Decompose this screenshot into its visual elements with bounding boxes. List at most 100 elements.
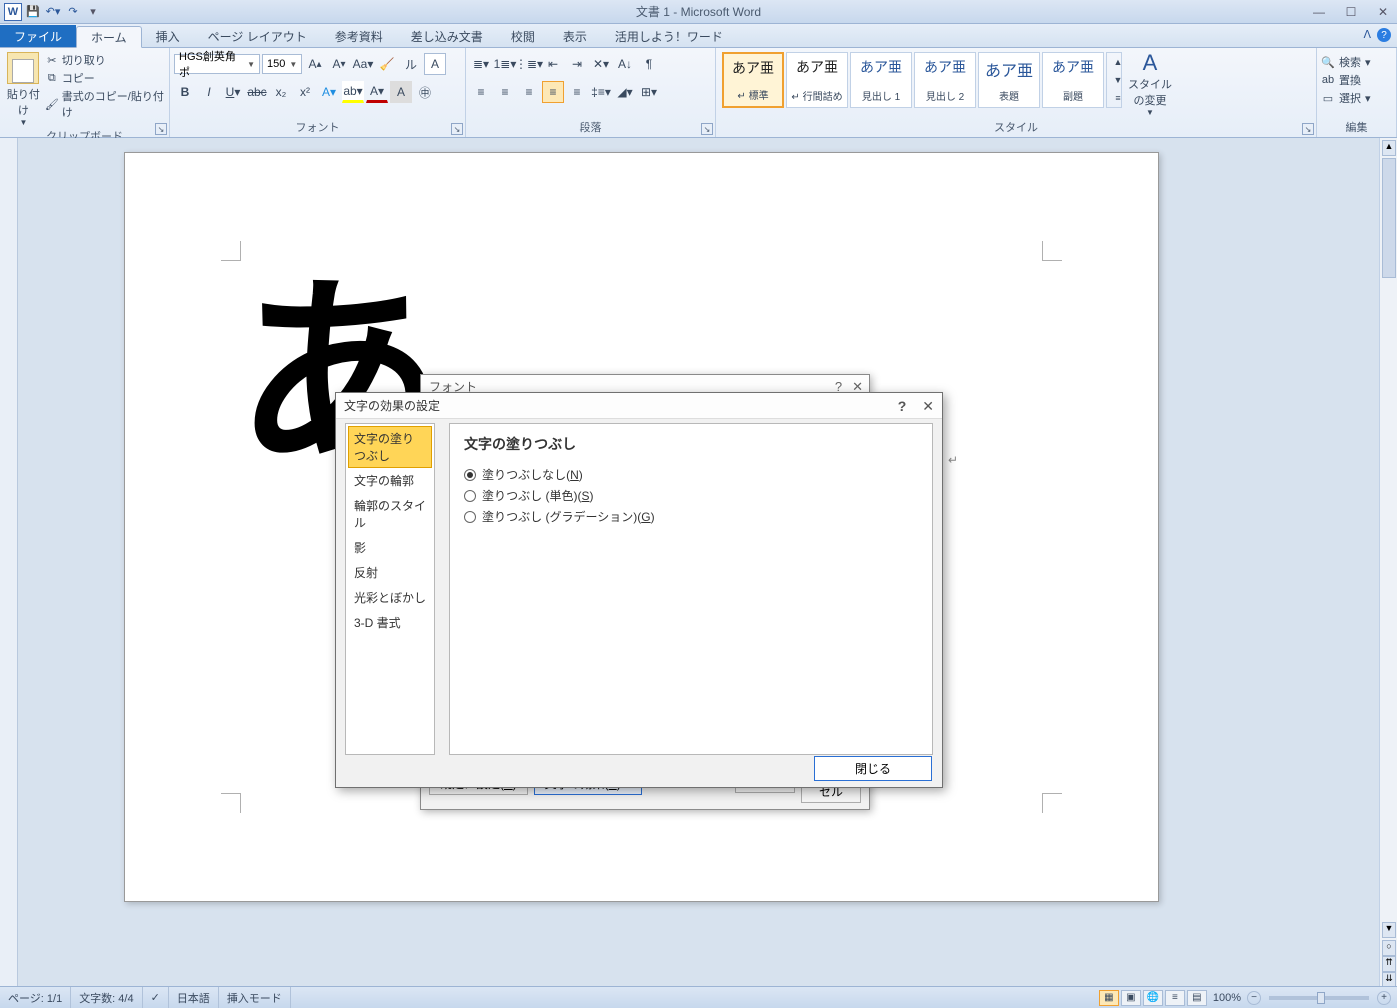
replace-button[interactable]: ab置換: [1321, 72, 1392, 88]
zoom-percent[interactable]: 100%: [1213, 992, 1241, 1004]
status-proofing[interactable]: ✓: [143, 987, 169, 1008]
italic-button[interactable]: I: [198, 81, 220, 103]
tab-home[interactable]: ホーム: [76, 26, 142, 48]
borders-button[interactable]: ⊞▾: [638, 81, 660, 103]
browse-object-button[interactable]: ○: [1382, 940, 1396, 956]
scroll-thumb[interactable]: [1382, 158, 1396, 278]
font-color-button[interactable]: A▾: [366, 81, 388, 103]
view-web-layout[interactable]: 🌐: [1143, 990, 1163, 1006]
tab-file[interactable]: ファイル: [0, 25, 76, 47]
word-app-icon[interactable]: W: [4, 3, 22, 21]
distribute-button[interactable]: ≡: [566, 81, 588, 103]
change-styles-button[interactable]: A スタイルの変更 ▼: [1126, 50, 1174, 117]
align-center-button[interactable]: ≡: [494, 81, 516, 103]
next-page-button[interactable]: ⇊: [1382, 972, 1396, 986]
fx-dialog-help-button[interactable]: ?: [898, 398, 907, 415]
shading-button[interactable]: ◢▾: [614, 81, 636, 103]
fill-gradient-radio[interactable]: 塗りつぶし (グラデーション)(G): [464, 506, 918, 527]
copy-button[interactable]: ⧉コピー: [45, 70, 165, 86]
enclose-characters-button[interactable]: ㊥: [414, 81, 436, 103]
fx-nav-text-fill[interactable]: 文字の塗りつぶし: [348, 426, 432, 468]
bold-button[interactable]: B: [174, 81, 196, 103]
fx-dialog-close-button[interactable]: ✕: [922, 398, 934, 415]
styles-gallery[interactable]: あア亜 ↵ 標準 あア亜 ↵ 行間詰め あア亜 見出し 1 あア亜 見出し 2 …: [720, 50, 1124, 110]
fx-close-button[interactable]: 閉じる: [814, 756, 932, 781]
help-icon[interactable]: ?: [1377, 28, 1391, 42]
style-normal[interactable]: あア亜 ↵ 標準: [722, 52, 784, 108]
view-draft[interactable]: ▤: [1187, 990, 1207, 1006]
character-border-button[interactable]: A: [424, 53, 446, 75]
qat-customize-icon[interactable]: ▾: [84, 3, 102, 21]
vertical-ruler[interactable]: [0, 138, 18, 986]
scroll-down-button[interactable]: ▼: [1382, 922, 1396, 938]
sort-button[interactable]: A↓: [614, 53, 636, 75]
undo-icon[interactable]: ↶▾: [44, 3, 62, 21]
zoom-out-button[interactable]: −: [1247, 991, 1261, 1005]
status-page[interactable]: ページ: 1/1: [0, 987, 71, 1008]
minimize-button[interactable]: —: [1309, 4, 1329, 20]
style-heading2[interactable]: あア亜 見出し 2: [914, 52, 976, 108]
close-button[interactable]: ✕: [1373, 4, 1393, 20]
clear-formatting-button[interactable]: 🧹: [376, 53, 398, 75]
paste-button[interactable]: 貼り付け ▼: [4, 50, 43, 127]
tab-mailings[interactable]: 差し込み文書: [397, 25, 497, 47]
shrink-font-button[interactable]: A▾: [328, 53, 350, 75]
maximize-button[interactable]: ☐: [1341, 4, 1361, 20]
style-subtitle[interactable]: あア亜 副題: [1042, 52, 1104, 108]
justify-button[interactable]: ≡: [542, 81, 564, 103]
fill-solid-radio[interactable]: 塗りつぶし (単色)(S): [464, 485, 918, 506]
increase-indent-button[interactable]: ⇥: [566, 53, 588, 75]
save-icon[interactable]: 💾: [24, 3, 42, 21]
find-button[interactable]: 🔍検索▾: [1321, 54, 1392, 70]
styles-launcher[interactable]: ↘: [1302, 123, 1314, 135]
show-paragraph-marks-button[interactable]: ¶: [638, 53, 660, 75]
tab-addins[interactable]: 活用しよう！ワード: [601, 25, 737, 47]
fill-none-radio[interactable]: 塗りつぶしなし(N): [464, 464, 918, 485]
font-size-combo[interactable]: 150▼: [262, 54, 302, 74]
view-full-screen[interactable]: ▣: [1121, 990, 1141, 1006]
select-button[interactable]: ▭選択▾: [1321, 90, 1392, 106]
font-name-combo[interactable]: HGS創英角ポ▼: [174, 54, 260, 74]
tab-references[interactable]: 参考資料: [321, 25, 397, 47]
numbering-button[interactable]: 1≣▾: [494, 53, 516, 75]
subscript-button[interactable]: x₂: [270, 81, 292, 103]
status-language[interactable]: 日本語: [169, 987, 219, 1008]
clipboard-launcher[interactable]: ↘: [155, 123, 167, 135]
paragraph-launcher[interactable]: ↘: [701, 123, 713, 135]
grow-font-button[interactable]: A▴: [304, 53, 326, 75]
view-print-layout[interactable]: ▦: [1099, 990, 1119, 1006]
fx-nav-reflection[interactable]: 反射: [348, 560, 432, 585]
fx-nav-3d-format[interactable]: 3-D 書式: [348, 610, 432, 635]
style-heading1[interactable]: あア亜 見出し 1: [850, 52, 912, 108]
multilevel-list-button[interactable]: ⋮≣▾: [518, 53, 540, 75]
fx-nav-outline-style[interactable]: 輪郭のスタイル: [348, 493, 432, 535]
highlight-button[interactable]: ab▾: [342, 81, 364, 103]
tab-review[interactable]: 校閲: [497, 25, 549, 47]
style-title[interactable]: あア亜 表題: [978, 52, 1040, 108]
format-painter-button[interactable]: 🖌書式のコピー/貼り付け: [45, 88, 165, 120]
tab-view[interactable]: 表示: [549, 25, 601, 47]
line-spacing-button[interactable]: ‡≡▾: [590, 81, 612, 103]
zoom-slider[interactable]: [1269, 996, 1369, 1000]
ribbon-minimize-icon[interactable]: ᐱ: [1363, 28, 1371, 42]
redo-icon[interactable]: ↷: [64, 3, 82, 21]
status-insert-mode[interactable]: 挿入モード: [219, 987, 291, 1008]
strikethrough-button[interactable]: abc: [246, 81, 268, 103]
view-outline[interactable]: ≡: [1165, 990, 1185, 1006]
fx-nav-shadow[interactable]: 影: [348, 535, 432, 560]
fx-nav-glow[interactable]: 光彩とぼかし: [348, 585, 432, 610]
change-case-button[interactable]: Aa▾: [352, 53, 374, 75]
decrease-indent-button[interactable]: ⇤: [542, 53, 564, 75]
prev-page-button[interactable]: ⇈: [1382, 956, 1396, 972]
align-right-button[interactable]: ≡: [518, 81, 540, 103]
underline-button[interactable]: U▾: [222, 81, 244, 103]
cut-button[interactable]: ✂切り取り: [45, 52, 165, 68]
zoom-in-button[interactable]: +: [1377, 991, 1391, 1005]
fx-nav-text-outline[interactable]: 文字の輪郭: [348, 468, 432, 493]
font-launcher[interactable]: ↘: [451, 123, 463, 135]
scroll-up-button[interactable]: ▲: [1382, 140, 1396, 156]
asian-layout-button[interactable]: ✕▾: [590, 53, 612, 75]
superscript-button[interactable]: x²: [294, 81, 316, 103]
character-shading-button[interactable]: A: [390, 81, 412, 103]
style-no-spacing[interactable]: あア亜 ↵ 行間詰め: [786, 52, 848, 108]
